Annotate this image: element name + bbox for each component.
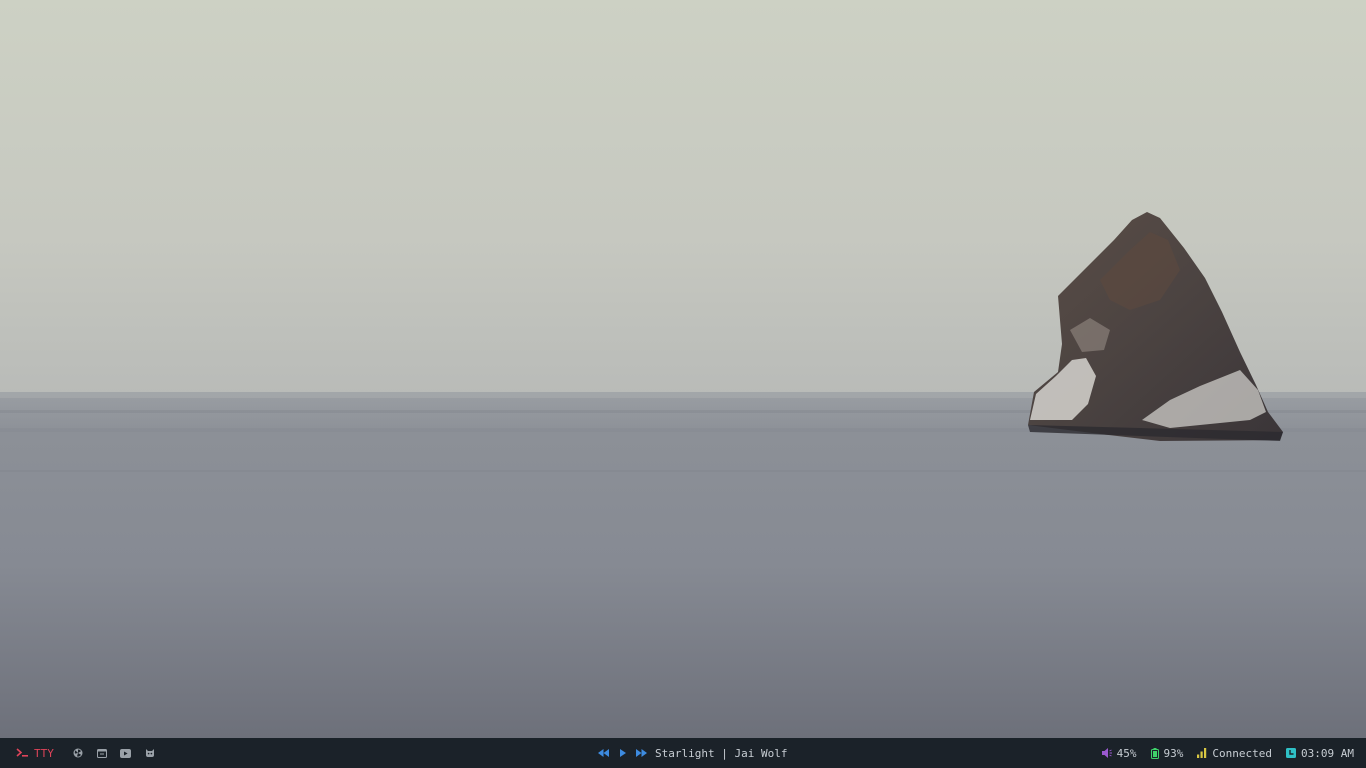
fan-icon [73,748,83,758]
tty-label: TTY [34,746,54,760]
media-player: Starlight | Jai Wolf [594,738,787,768]
battery-icon [1150,747,1164,759]
previous-button[interactable] [594,738,613,768]
volume-value: 45% [1116,746,1137,760]
taskbar-left: TTY [16,738,162,768]
wallpaper [0,0,1366,738]
cat-icon [145,748,155,758]
workspace-fan[interactable] [66,738,90,768]
clock-icon [1286,748,1301,758]
play-button[interactable] [613,738,632,768]
next-button[interactable] [632,738,651,768]
clock-value: 03:09 AM [1301,746,1354,760]
desktop: TTY Starlight | Jai Wolf 45% 93% Connect… [0,0,1366,768]
status-area: 45% 93% Connected 03:09 AM [1088,738,1354,768]
workspace-cat[interactable] [138,738,162,768]
clock-status[interactable]: 03:09 AM [1286,747,1354,760]
tty-launcher[interactable]: TTY [16,747,54,760]
next-icon [636,747,647,760]
now-playing-text: Starlight | Jai Wolf [655,746,788,760]
play-icon [619,747,626,760]
speaker-icon [1101,748,1117,758]
network-value: Connected [1212,746,1273,760]
network-status[interactable]: Connected [1197,747,1272,760]
workspace-youtube[interactable] [114,738,138,768]
battery-status[interactable]: 93% [1150,746,1184,760]
volume-status[interactable]: 45% [1101,746,1137,760]
taskbar: TTY Starlight | Jai Wolf 45% 93% Connect… [0,738,1366,768]
signal-bars-icon [1197,748,1212,758]
previous-icon [598,747,609,760]
terminal-prompt-icon [16,747,29,760]
window-icon [96,748,107,758]
battery-value: 93% [1163,746,1184,760]
youtube-icon [120,748,132,758]
workspace-window[interactable] [90,738,114,768]
